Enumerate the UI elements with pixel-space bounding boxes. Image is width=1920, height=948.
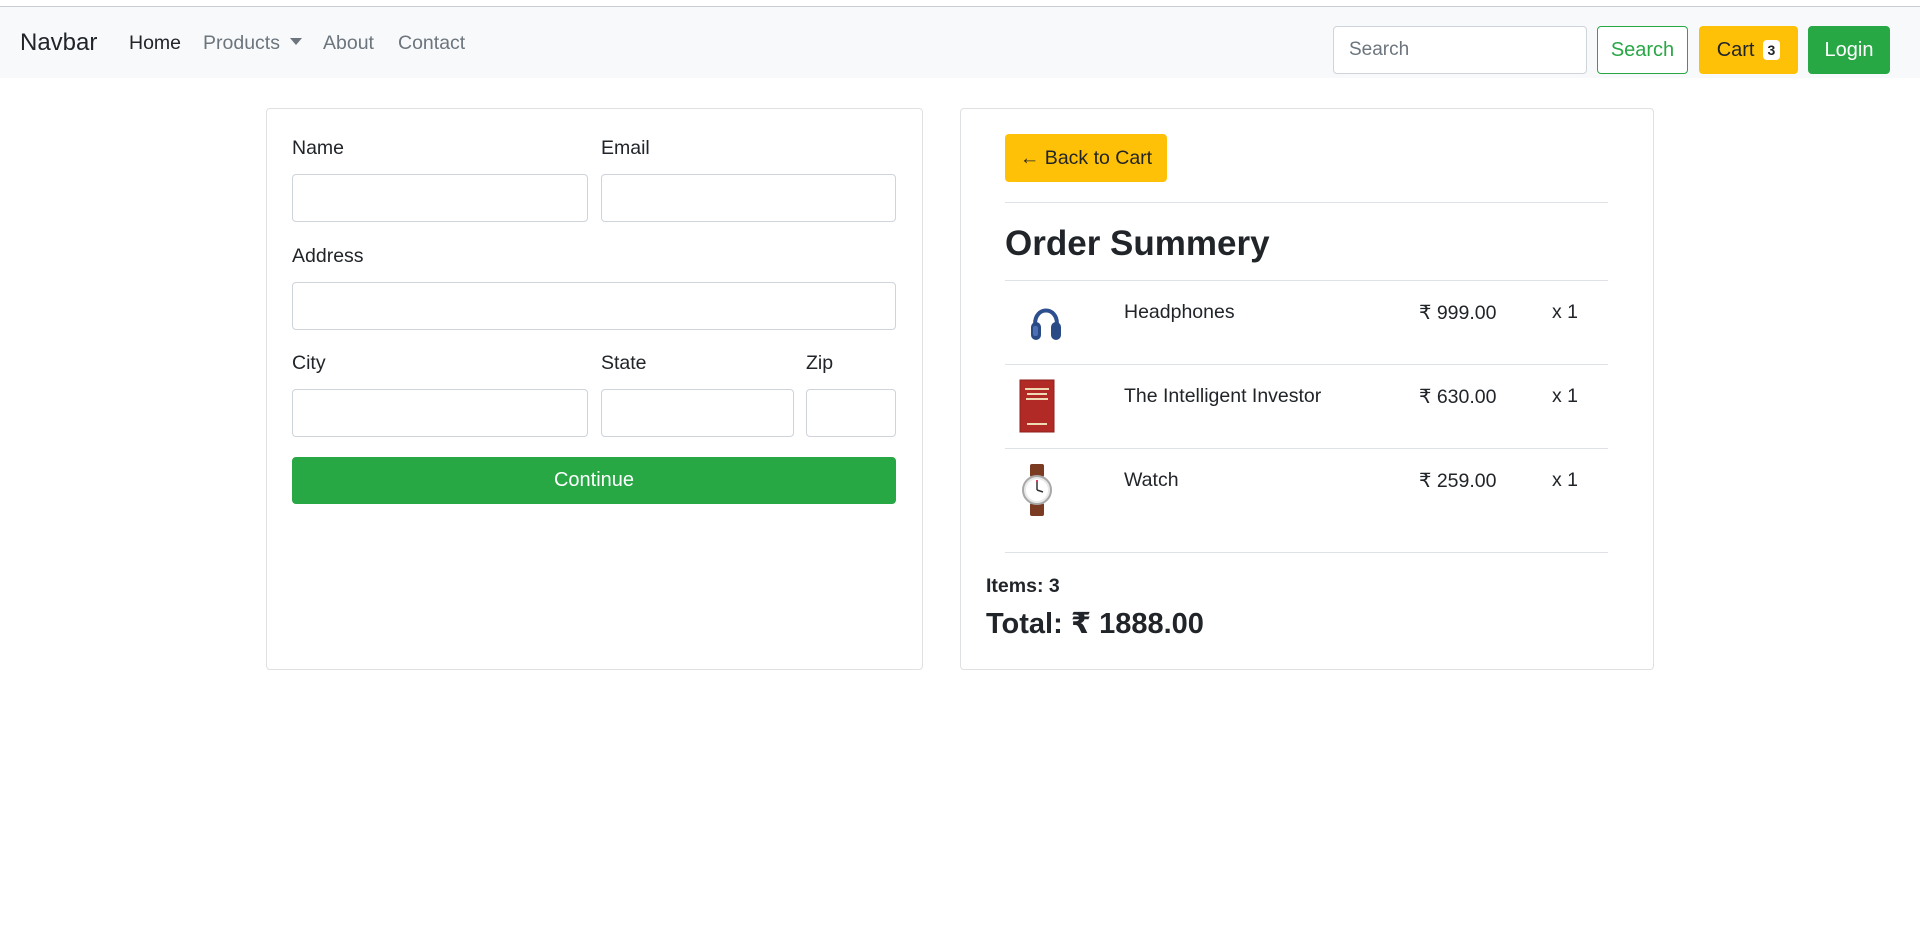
divider xyxy=(1005,448,1608,449)
item-qty-watch: x 1 xyxy=(1552,469,1579,491)
navbar-brand[interactable]: Navbar xyxy=(20,29,97,57)
cart-label: Cart xyxy=(1716,38,1755,61)
address-field[interactable] xyxy=(292,282,896,330)
item-price-book: ₹ 630.00 xyxy=(1419,386,1497,408)
divider xyxy=(1005,202,1608,203)
state-field[interactable] xyxy=(601,389,794,437)
cart-count-badge: 3 xyxy=(1762,40,1781,60)
item-price-headphones: ₹ 999.00 xyxy=(1419,302,1497,324)
nav-link-products-label: Products xyxy=(203,32,280,54)
search-button[interactable]: Search xyxy=(1597,26,1688,74)
name-field[interactable] xyxy=(292,174,588,222)
search-input[interactable] xyxy=(1333,26,1587,74)
name-label: Name xyxy=(292,137,345,159)
caret-down-icon xyxy=(289,38,302,45)
order-summary-title: Order Summery xyxy=(1005,224,1270,263)
nav-link-home[interactable]: Home xyxy=(129,32,181,55)
city-label: City xyxy=(292,352,326,374)
nav-link-contact[interactable]: Contact xyxy=(398,32,465,55)
nav-dropdown-products[interactable]: Products xyxy=(203,32,302,55)
zip-field[interactable] xyxy=(806,389,896,437)
book-icon xyxy=(1019,379,1055,438)
item-qty-headphones: x 1 xyxy=(1552,301,1579,323)
address-label: Address xyxy=(292,245,364,267)
item-name-book: The Intelligent Investor xyxy=(1124,385,1322,407)
state-label: State xyxy=(601,352,647,374)
order-total: Total: ₹ 1888.00 xyxy=(986,608,1204,640)
back-to-cart-button[interactable]: ← Back to Cart xyxy=(1005,134,1167,182)
zip-label: Zip xyxy=(806,352,834,374)
item-name-headphones: Headphones xyxy=(1124,301,1235,323)
navbar: Navbar Home Products About Contact Searc… xyxy=(0,7,1920,78)
login-button[interactable]: Login xyxy=(1808,26,1890,74)
divider xyxy=(1005,280,1608,281)
city-field[interactable] xyxy=(292,389,588,437)
divider xyxy=(1005,552,1608,553)
divider xyxy=(1005,364,1608,365)
cart-button[interactable]: Cart 3 xyxy=(1699,26,1798,74)
items-count: Items: 3 xyxy=(986,575,1060,597)
email-label: Email xyxy=(601,137,650,159)
nav-link-about[interactable]: About xyxy=(323,32,374,55)
headphones-icon xyxy=(1028,296,1064,351)
email-field[interactable] xyxy=(601,174,896,222)
item-price-watch: ₹ 259.00 xyxy=(1419,470,1497,492)
continue-button[interactable]: Continue xyxy=(292,457,896,504)
item-name-watch: Watch xyxy=(1124,469,1179,491)
item-qty-book: x 1 xyxy=(1552,385,1579,407)
watch-icon xyxy=(1019,463,1055,522)
